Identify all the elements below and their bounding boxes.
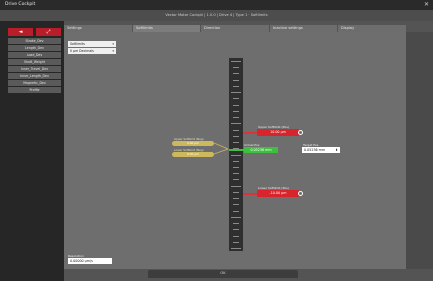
upper-limit-marker xyxy=(243,132,257,134)
back-button[interactable]: ◄ xyxy=(8,28,33,36)
chevron-down-icon: ▾ xyxy=(112,49,114,53)
ruler-tick xyxy=(233,173,239,174)
connector-lines xyxy=(214,142,229,155)
sidebar-item-length-dev[interactable]: Length_Dev xyxy=(8,45,61,51)
ruler-tick xyxy=(231,185,241,187)
ruler-tick xyxy=(231,92,241,93)
spinner-icon[interactable]: ⬍ xyxy=(335,147,338,153)
sidebar-item-inner-length-dev[interactable]: Inner_Length_Dev xyxy=(8,73,61,79)
sidebar-item-load-dev[interactable]: Load_Dev xyxy=(8,52,61,58)
scrollbar[interactable] xyxy=(406,32,433,269)
tab-softlimits[interactable]: Softlimits xyxy=(133,25,200,32)
window-titlebar: Drive Cockpit ✕ xyxy=(0,0,433,10)
lower-limit-field[interactable]: -10.00 μm xyxy=(257,190,299,197)
ruler-tick xyxy=(233,79,239,81)
neg-lower-field[interactable]: 0.00 μm xyxy=(172,152,214,157)
ruler-tick xyxy=(233,135,239,137)
mode-select[interactable]: Softlimits ▾ xyxy=(68,41,116,47)
tab-direction[interactable]: Direction xyxy=(201,25,269,32)
mode-select-value: Softlimits xyxy=(70,42,85,46)
unit-select-value: 0 μm Decimals xyxy=(70,49,94,53)
app-header: Vector Motor Cockpit | 1.0.0 | Drive 4 |… xyxy=(0,10,433,21)
app-header-title: Vector Motor Cockpit | 1.0.0 | Drive 4 |… xyxy=(165,13,268,17)
actual-pos-field: 0.05236 mm xyxy=(244,147,278,153)
ruler-tick xyxy=(231,61,241,62)
sidebar-item-inner-travel-dev[interactable]: Inner_Travel_Dev xyxy=(8,66,61,72)
bottom-bar[interactable]: OK xyxy=(148,270,298,278)
ruler-tick xyxy=(233,104,239,106)
ruler-tick xyxy=(233,179,239,181)
ruler-tick xyxy=(233,235,239,237)
ruler-tick xyxy=(233,110,239,112)
sidebar-item-stroke-dev[interactable]: Stroke_Dev xyxy=(8,38,61,44)
window-title: Drive Cockpit xyxy=(5,2,36,7)
sidebar-item-magnetic-dev[interactable]: Magnetic_Dev xyxy=(8,80,61,86)
tab-inactive-settings[interactable]: Inactive settings xyxy=(270,25,337,32)
reset-icon[interactable] xyxy=(298,191,303,196)
ruler-tick xyxy=(233,160,239,162)
reset-icon[interactable] xyxy=(298,130,303,135)
target-pos-value: 0.05236 mm xyxy=(304,148,326,152)
ruler-tick xyxy=(233,198,239,199)
ruler-tick xyxy=(231,248,241,249)
ruler-tick xyxy=(231,123,241,124)
ruler-tick xyxy=(233,67,239,68)
tab-bar: Settings Softlimits Direction Inactive s… xyxy=(64,25,406,32)
ruler-tick xyxy=(233,85,239,87)
sidebar-item-shaft-weight[interactable]: Shaft_Weight xyxy=(8,59,61,65)
sidebar-item-profile[interactable]: Profile xyxy=(8,87,61,93)
ruler-tick xyxy=(233,129,239,131)
ruler-tick xyxy=(233,117,239,118)
ruler-tick xyxy=(233,223,239,224)
upper-limit-field[interactable]: 10.00 μm xyxy=(257,129,299,136)
lower-limit-marker xyxy=(243,193,257,195)
tab-display[interactable]: Display xyxy=(338,25,406,32)
ruler-tick xyxy=(233,166,239,168)
ruler-tick xyxy=(233,98,239,99)
ruler-tick xyxy=(231,154,241,156)
ruler-tick xyxy=(233,204,239,205)
resolution-input[interactable]: 0.00000 μm/s xyxy=(68,258,112,264)
neg-upper-field[interactable]: 0.00 μm xyxy=(172,141,214,146)
tab-settings[interactable]: Settings xyxy=(64,25,132,32)
ruler-tick xyxy=(233,191,239,193)
ruler-tick xyxy=(233,142,239,143)
expand-button[interactable]: ⤢ xyxy=(36,28,61,36)
ruler-tick xyxy=(231,216,241,218)
ruler-tick xyxy=(233,229,239,230)
ruler-tick xyxy=(233,73,239,75)
bottom-bar-label: OK xyxy=(220,271,226,275)
ruler-tick xyxy=(233,241,239,243)
close-icon[interactable]: ✕ xyxy=(424,1,429,8)
unit-select[interactable]: 0 μm Decimals ▾ xyxy=(68,48,116,54)
chevron-down-icon: ▾ xyxy=(112,42,114,46)
ruler-tick xyxy=(233,210,239,212)
position-ruler xyxy=(229,58,243,251)
target-pos-input[interactable]: 0.05236 mm ⬍ xyxy=(302,147,340,153)
resolution-value: 0.00000 μm/s xyxy=(70,259,93,263)
